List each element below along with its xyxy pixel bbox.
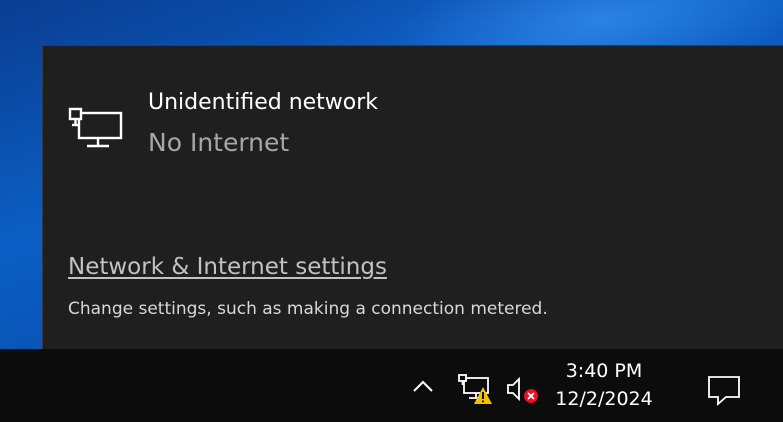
wired-network-icon (68, 107, 123, 148)
chevron-up-icon[interactable] (410, 375, 436, 397)
speaker-muted-icon[interactable] (505, 373, 543, 407)
clock-time: 3:40 PM (565, 360, 643, 382)
settings-description: Change settings, such as making a connec… (68, 299, 548, 319)
clock-date: 12/2/2024 (555, 388, 653, 410)
network-internet-settings-link[interactable]: Network & Internet settings (68, 254, 387, 280)
network-status: No Internet (148, 128, 290, 157)
network-flyout: Unidentified network No Internet Network… (42, 45, 783, 349)
taskbar: 3:40 PM 12/2/2024 (0, 349, 783, 422)
network-name[interactable]: Unidentified network (148, 90, 378, 115)
network-warning-icon[interactable] (457, 373, 493, 407)
clock[interactable]: 3:40 PM 12/2/2024 (555, 357, 653, 413)
notification-icon[interactable] (704, 373, 744, 409)
